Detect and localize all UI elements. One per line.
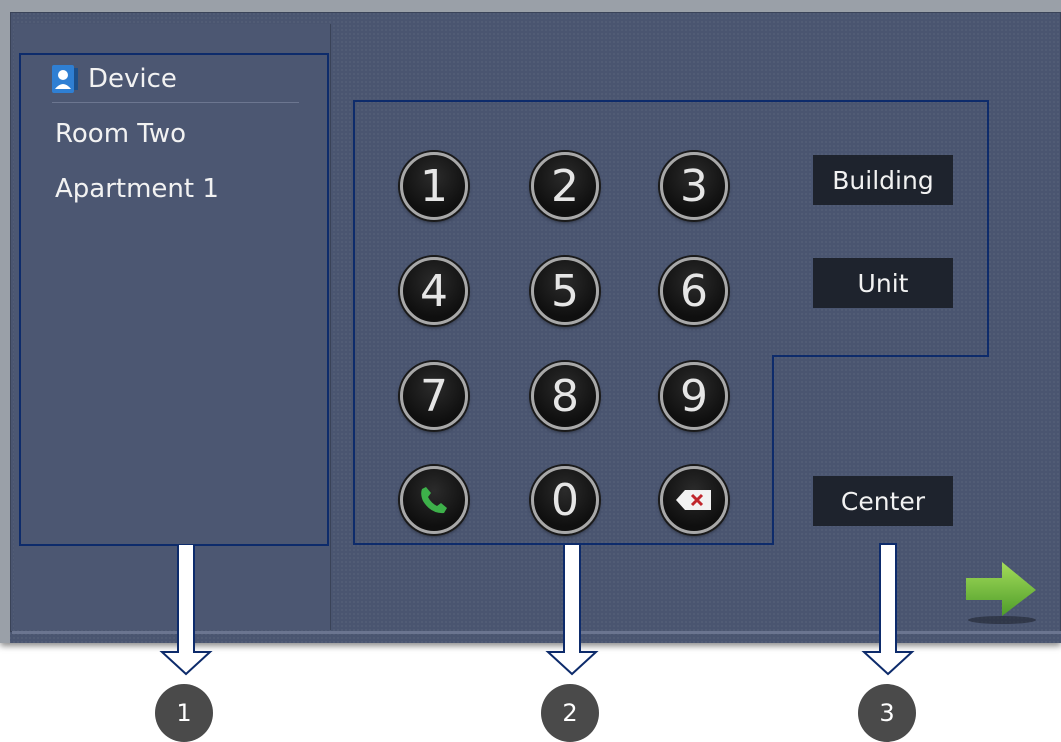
arrow-down-2 bbox=[545, 545, 599, 676]
region-1-outline bbox=[19, 53, 329, 546]
annotation-badge-3: 3 bbox=[858, 684, 916, 742]
annotation-badge-2: 2 bbox=[541, 684, 599, 742]
arrow-down-1 bbox=[159, 545, 213, 676]
region-2-outline bbox=[353, 100, 989, 545]
annotation-badge-1: 1 bbox=[155, 684, 213, 742]
annotation-overlay bbox=[19, 53, 989, 676]
arrow-down-3 bbox=[861, 543, 915, 676]
